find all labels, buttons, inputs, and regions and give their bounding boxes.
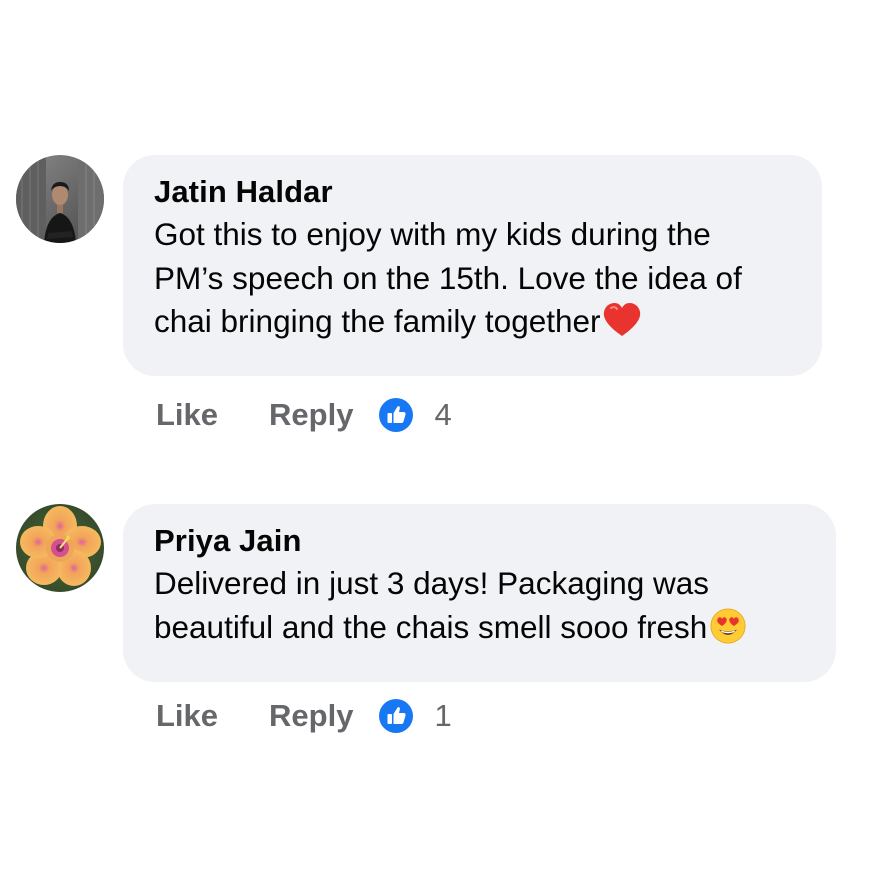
comment-text: Delivered in just 3 days! Packaging was … <box>154 562 806 649</box>
comment-bubble: Priya Jain Delivered in just 3 days! Pac… <box>123 504 836 682</box>
comment-bubble: Jatin Haldar Got this to enjoy with my k… <box>123 155 822 376</box>
reaction-count: 4 <box>434 397 452 432</box>
avatar[interactable] <box>16 504 104 592</box>
reaction-count: 1 <box>434 698 452 733</box>
reaction-summary[interactable]: 4 <box>379 397 452 433</box>
comment-text-segment: beautiful and the chais smell sooo fresh <box>154 608 708 645</box>
like-button[interactable]: Like <box>156 397 218 433</box>
comment-actions: Like Reply 1 <box>156 696 452 736</box>
comment-author[interactable]: Jatin Haldar <box>154 173 792 211</box>
comment-text-line: Got this to enjoy with my kids during th… <box>154 216 711 252</box>
avatar[interactable] <box>16 155 104 243</box>
comment-text-line: chai bringing the family together <box>154 300 792 344</box>
comment-text-line: Delivered in just 3 days! Packaging was <box>154 565 710 601</box>
reply-button[interactable]: Reply <box>269 698 353 734</box>
comment-text: Got this to enjoy with my kids during th… <box>154 213 792 344</box>
comment-author[interactable]: Priya Jain <box>154 522 806 560</box>
comment-text-line: beautiful and the chais smell sooo fresh <box>154 606 806 650</box>
thumbs-up-icon <box>379 398 414 432</box>
hibiscus-flower-icon <box>16 504 104 592</box>
comment-actions: Like Reply 4 <box>156 395 452 435</box>
comment-text-segment: chai bringing the family together <box>154 303 601 339</box>
reaction-summary[interactable]: 1 <box>379 698 452 734</box>
thumbs-up-icon <box>379 699 414 733</box>
heart-eyes-emoji-icon <box>708 607 748 644</box>
comment-text-line: PM’s speech on the 15th. Love the idea o… <box>154 259 742 296</box>
reply-button[interactable]: Reply <box>269 397 353 433</box>
profile-photo-icon <box>16 155 104 243</box>
like-button[interactable]: Like <box>156 698 218 734</box>
red-heart-emoji-icon <box>602 302 642 338</box>
